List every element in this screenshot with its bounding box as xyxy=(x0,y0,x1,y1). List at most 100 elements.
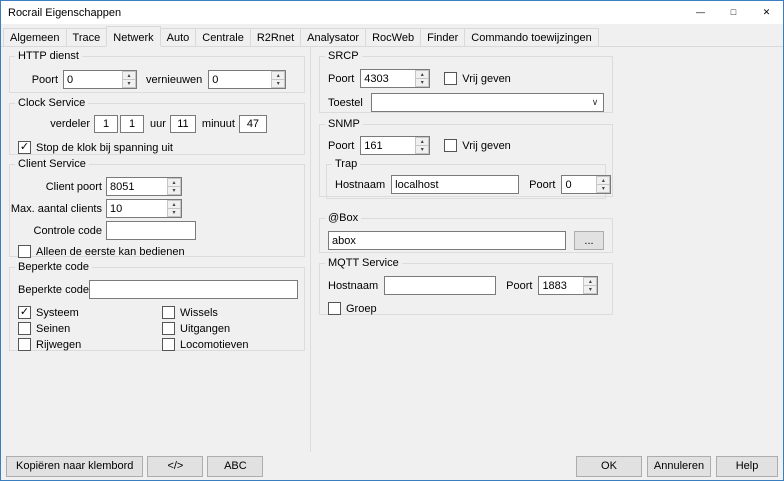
mqtt-hostnaam-input[interactable] xyxy=(384,276,496,295)
trap-hostnaam-input[interactable] xyxy=(391,175,519,194)
http-poort-spinner[interactable]: ▴ ▾ xyxy=(63,70,137,89)
client-poort-input[interactable] xyxy=(107,178,167,195)
checkbox-rijwegen[interactable]: ✓ Rijwegen xyxy=(18,338,81,351)
controle-code-input[interactable] xyxy=(106,221,196,240)
clock-minuut-input[interactable] xyxy=(239,115,267,133)
clock-uur-input[interactable] xyxy=(170,115,196,133)
check-icon: ✓ xyxy=(20,307,29,318)
group-clock-legend: Clock Service xyxy=(15,97,88,109)
tab-trace[interactable]: Trace xyxy=(66,28,108,46)
trap-poort-spinner[interactable]: ▴ ▾ xyxy=(561,175,611,194)
checkbox-uitgangen[interactable]: ✓ Uitgangen xyxy=(162,322,230,335)
xml-code-button[interactable]: </> xyxy=(147,456,203,477)
srcp-vrij-geven-checkbox[interactable]: ✓ Vrij geven xyxy=(444,72,511,85)
checkbox-box: ✓ xyxy=(162,322,175,335)
spin-down-icon[interactable]: ▾ xyxy=(415,145,429,154)
spin-up-icon[interactable]: ▴ xyxy=(415,137,429,145)
spin-down-icon[interactable]: ▾ xyxy=(271,79,285,88)
beperkte-code-input[interactable] xyxy=(89,280,298,299)
client-poort-spinner[interactable]: ▴ ▾ xyxy=(106,177,182,196)
minimize-icon: — xyxy=(696,8,705,17)
group-mqtt-legend: MQTT Service xyxy=(325,257,402,269)
spin-down-icon[interactable]: ▾ xyxy=(167,208,181,217)
client-poort-label: Client poort xyxy=(10,181,102,193)
tab-auto[interactable]: Auto xyxy=(160,28,197,46)
http-vernieuwen-input[interactable] xyxy=(209,71,271,88)
snmp-poort-label: Poort xyxy=(328,140,354,152)
abox-input[interactable] xyxy=(328,231,566,250)
clock-verdeler2-input[interactable] xyxy=(120,115,144,133)
tab-finder[interactable]: Finder xyxy=(420,28,465,46)
srcp-poort-input[interactable] xyxy=(361,70,415,87)
http-vernieuwen-spinner[interactable]: ▴ ▾ xyxy=(208,70,286,89)
stop-clock-checkbox[interactable]: ✓ Stop de klok bij spanning uit xyxy=(18,141,173,154)
http-poort-input[interactable] xyxy=(64,71,122,88)
group-trap: Trap Hostnaam Poort ▴ ▾ xyxy=(326,158,606,199)
spin-up-icon[interactable]: ▴ xyxy=(122,71,136,79)
maximize-icon: □ xyxy=(731,8,736,17)
max-clients-input[interactable] xyxy=(107,200,167,217)
abc-button[interactable]: ABC xyxy=(207,456,263,477)
snmp-vrij-geven-checkbox[interactable]: ✓ Vrij geven xyxy=(444,139,511,152)
mqtt-groep-checkbox[interactable]: ✓ Groep xyxy=(328,302,377,315)
spin-up-icon[interactable]: ▴ xyxy=(271,71,285,79)
spin-down-icon[interactable]: ▾ xyxy=(583,285,597,294)
mqtt-poort-spinner[interactable]: ▴ ▾ xyxy=(538,276,598,295)
spin-up-icon[interactable]: ▴ xyxy=(596,176,610,184)
trap-poort-input[interactable] xyxy=(562,176,596,193)
group-snmp-legend: SNMP xyxy=(325,118,363,130)
spin-up-icon[interactable]: ▴ xyxy=(167,200,181,208)
group-abox: @Box ... xyxy=(319,212,613,253)
max-clients-spinner[interactable]: ▴ ▾ xyxy=(106,199,182,218)
maximize-button[interactable]: □ xyxy=(717,1,750,24)
spin-up-icon[interactable]: ▴ xyxy=(583,277,597,285)
spinner-arrows: ▴ ▾ xyxy=(271,71,285,88)
group-trap-legend: Trap xyxy=(332,158,360,170)
spin-up-icon[interactable]: ▴ xyxy=(167,178,181,186)
checkbox-box: ✓ xyxy=(18,245,31,258)
srcp-toestel-combobox[interactable]: ∨ xyxy=(371,93,604,112)
srcp-poort-spinner[interactable]: ▴ ▾ xyxy=(360,69,430,88)
snmp-poort-spinner[interactable]: ▴ ▾ xyxy=(360,136,430,155)
minimize-button[interactable]: — xyxy=(684,1,717,24)
spin-down-icon[interactable]: ▾ xyxy=(415,78,429,87)
spin-down-icon[interactable]: ▾ xyxy=(596,184,610,193)
group-http-dienst: HTTP dienst Poort ▴ ▾ vernieuwen ▴ ▾ xyxy=(9,50,305,93)
http-vernieuwen-label: vernieuwen xyxy=(146,74,202,86)
spin-up-icon[interactable]: ▴ xyxy=(415,70,429,78)
copy-to-clipboard-button[interactable]: Kopiëren naar klembord xyxy=(6,456,143,477)
tab-bar: Algemeen Trace Netwerk Auto Centrale R2R… xyxy=(1,24,783,47)
checkbox-seinen[interactable]: ✓ Seinen xyxy=(18,322,70,335)
chevron-down-icon[interactable]: ∨ xyxy=(587,97,603,108)
checkbox-uitgangen-label: Uitgangen xyxy=(180,323,230,335)
checkbox-systeem[interactable]: ✓ Systeem xyxy=(18,306,79,319)
tab-netwerk[interactable]: Netwerk xyxy=(106,26,160,47)
tab-algemeen[interactable]: Algemeen xyxy=(3,28,67,46)
tab-analysator[interactable]: Analysator xyxy=(300,28,366,46)
tab-rocweb[interactable]: RocWeb xyxy=(365,28,421,46)
tab-r2rnet[interactable]: R2Rnet xyxy=(250,28,301,46)
help-button[interactable]: Help xyxy=(716,456,778,477)
clock-uur-label: uur xyxy=(150,118,166,130)
checkbox-wissels[interactable]: ✓ Wissels xyxy=(162,306,218,319)
tab-commando-toewijzingen[interactable]: Commando toewijzingen xyxy=(464,28,598,46)
spin-down-icon[interactable]: ▾ xyxy=(122,79,136,88)
mqtt-poort-input[interactable] xyxy=(539,277,583,294)
clock-minuut-label: minuut xyxy=(202,118,235,130)
column-divider xyxy=(310,47,311,452)
spinner-arrows: ▴ ▾ xyxy=(167,178,181,195)
ok-button[interactable]: OK xyxy=(576,456,642,477)
clock-verdeler1-input[interactable] xyxy=(94,115,118,133)
first-client-checkbox-label: Alleen de eerste kan bedienen xyxy=(36,246,185,258)
checkbox-locomotieven[interactable]: ✓ Locomotieven xyxy=(162,338,249,351)
group-clock-service: Clock Service verdeler uur minuut ✓ Stop… xyxy=(9,97,305,155)
abox-browse-button[interactable]: ... xyxy=(574,231,604,250)
spin-down-icon[interactable]: ▾ xyxy=(167,186,181,195)
trap-hostnaam-label: Hostnaam xyxy=(335,179,385,191)
close-button[interactable]: ✕ xyxy=(750,1,783,24)
tab-centrale[interactable]: Centrale xyxy=(195,28,251,46)
cancel-button[interactable]: Annuleren xyxy=(647,456,711,477)
snmp-poort-input[interactable] xyxy=(361,137,415,154)
group-abox-legend: @Box xyxy=(325,212,361,224)
first-client-checkbox[interactable]: ✓ Alleen de eerste kan bedienen xyxy=(18,245,185,258)
